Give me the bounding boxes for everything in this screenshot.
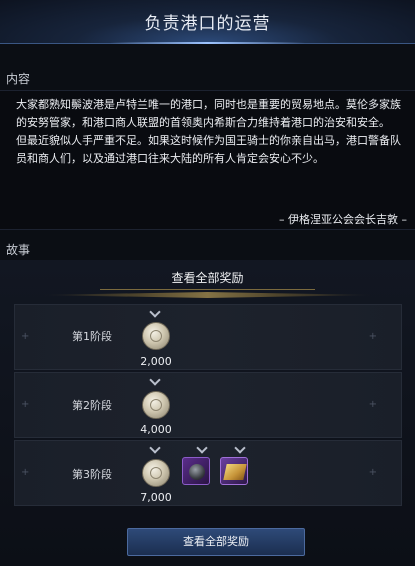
chevron-down-icon [149, 376, 159, 386]
content-section-label: 内容 [6, 72, 31, 86]
stage-2-label: 第2阶段 [72, 399, 112, 412]
decor-plus-icon: + [21, 331, 30, 342]
signature: – 伊格涅亚公会会长吉敦 – [279, 213, 407, 226]
decor-plus-icon: + [21, 467, 30, 478]
stage-1-label: 第1阶段 [72, 330, 112, 343]
stage-3-label: 第3阶段 [72, 468, 112, 481]
decor-plus-icon: + [21, 399, 30, 410]
description-text: 大家都熟知鬃波港是卢特兰唯一的港口，同时也是重要的贸易地点。莫伦多家族的安努管家… [16, 96, 402, 168]
chevron-down-icon [149, 308, 159, 318]
quest-header: 负责港口的运营 [0, 0, 415, 44]
decor-plus-icon: + [368, 331, 377, 342]
silver-coin-icon[interactable] [142, 322, 170, 350]
treasure-map-icon[interactable] [220, 457, 248, 485]
stage-3-coin-amount: 7,000 [140, 491, 172, 504]
description-paragraph-2: 但最近貌似人手严重不足。如果这时候作为国王骑士的你亲自出马，港口警备队员和商人们… [16, 134, 401, 165]
stage-2-coin-amount: 4,000 [140, 423, 172, 436]
cannonball-icon[interactable] [182, 457, 210, 485]
chevron-down-icon [196, 444, 206, 454]
chevron-down-icon [149, 444, 159, 454]
page-title: 负责港口的运营 [144, 14, 271, 34]
stage-1-coin-amount: 2,000 [140, 355, 172, 368]
chevron-down-icon [234, 444, 244, 454]
silver-coin-icon[interactable] [142, 391, 170, 419]
header-glow [110, 42, 305, 44]
decor-plus-icon: + [368, 399, 377, 410]
silver-coin-icon[interactable] [142, 459, 170, 487]
view-all-rewards-header[interactable]: 查看全部奖励 [100, 266, 315, 290]
view-all-rewards-button[interactable]: 查看全部奖励 [127, 528, 305, 556]
description-paragraph-1: 大家都熟知鬃波港是卢特兰唯一的港口，同时也是重要的贸易地点。莫伦多家族的安努管家… [16, 98, 401, 129]
decor-plus-icon: + [368, 467, 377, 478]
story-section-label: 故事 [6, 243, 31, 257]
